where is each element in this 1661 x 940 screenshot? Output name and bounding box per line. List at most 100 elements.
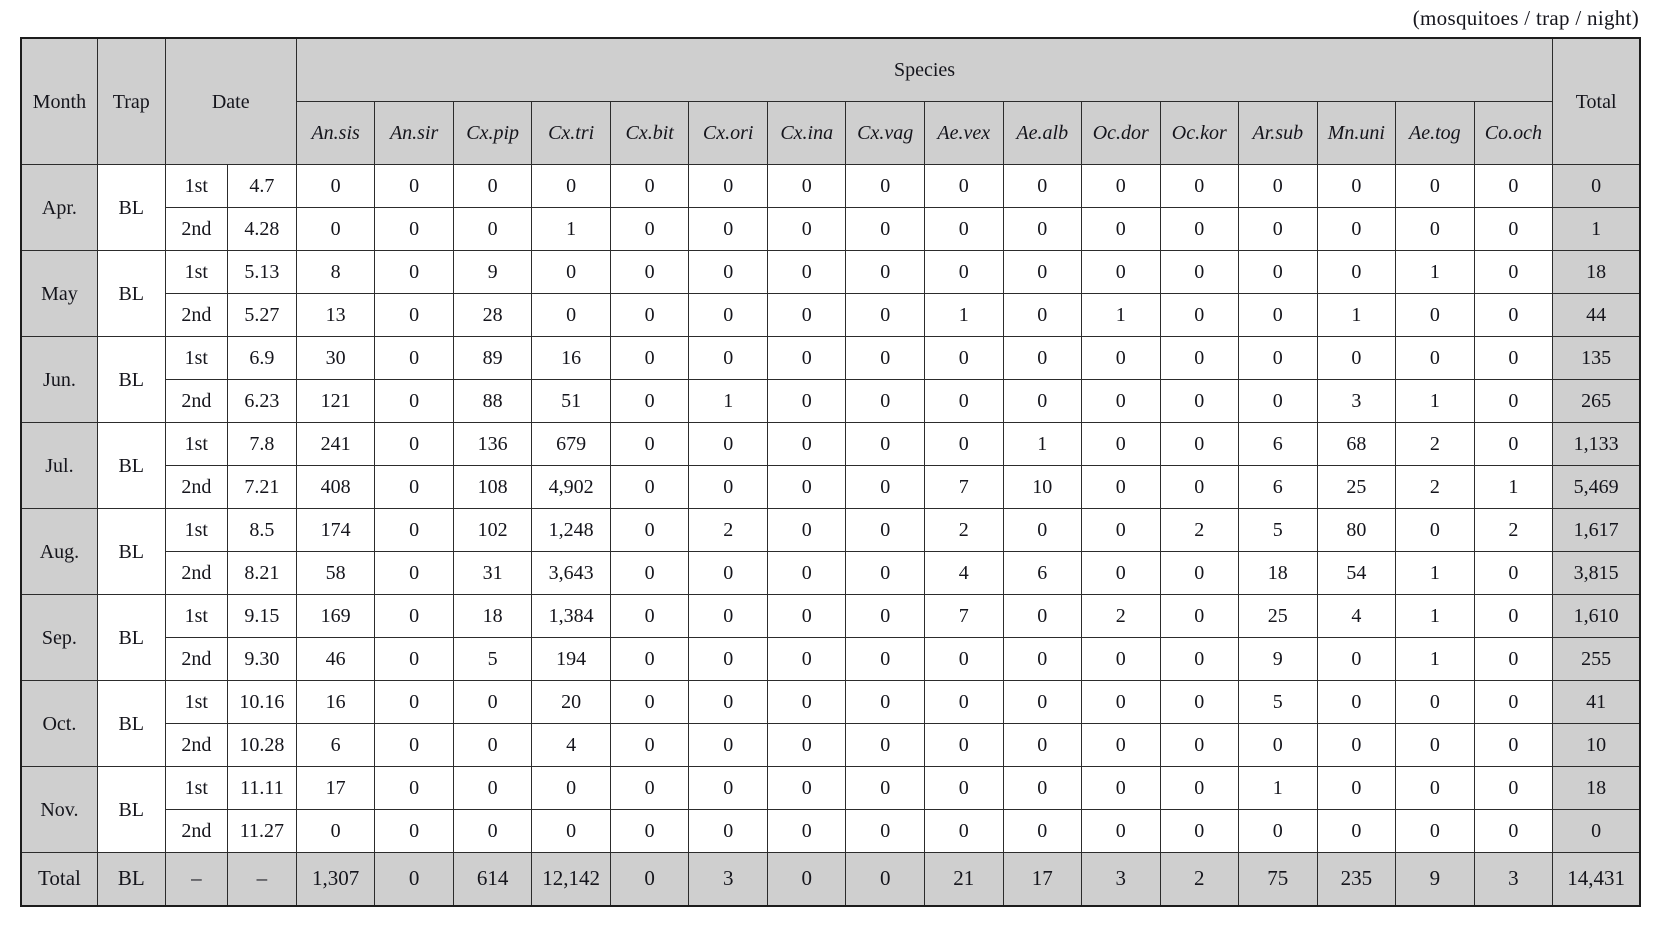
species-count-cell: 0 bbox=[1159, 207, 1240, 251]
species-count-cell: 0 bbox=[688, 766, 768, 810]
table-row: Nov. BL 1st 11.11 17 0 0 0 0 0 0 0 0 0 0 0 1 0 0 0 18 bbox=[20, 766, 1641, 853]
collection-date-cell: 4.28 bbox=[227, 207, 297, 251]
species-count-cell: 0 bbox=[1238, 293, 1318, 337]
species-count-cell: 6 bbox=[295, 723, 376, 767]
grand-total-species-cell: 21 bbox=[923, 852, 1004, 907]
species-count-cell: 108 bbox=[452, 465, 533, 509]
species-count-cell: 6 bbox=[1238, 422, 1318, 466]
species-count-cell: 2 bbox=[1473, 508, 1554, 552]
species-count-cell: 0 bbox=[1316, 637, 1397, 681]
month-cell: Jun. bbox=[20, 336, 98, 423]
header-species-0: An.sis bbox=[295, 101, 376, 165]
species-count-cell: 7 bbox=[923, 594, 1004, 638]
species-count-cell: 5 bbox=[1238, 680, 1318, 724]
collection-seq-cell: 2nd bbox=[164, 379, 229, 423]
species-count-cell: 194 bbox=[531, 637, 611, 681]
species-count-cell: 0 bbox=[845, 422, 925, 466]
species-count-cell: 0 bbox=[1473, 594, 1554, 638]
species-count-cell: 1 bbox=[688, 379, 768, 423]
species-count-cell: 0 bbox=[1081, 766, 1161, 810]
species-count-cell: 1 bbox=[1395, 637, 1475, 681]
species-count-cell: 20 bbox=[531, 680, 611, 724]
species-count-cell: 0 bbox=[1473, 207, 1554, 251]
species-count-cell: 0 bbox=[1316, 250, 1397, 294]
species-count-cell: 0 bbox=[923, 250, 1004, 294]
species-count-cell: 0 bbox=[295, 809, 376, 853]
collection-seq-cell: 1st bbox=[164, 164, 229, 208]
species-count-cell: 5 bbox=[1238, 508, 1318, 552]
header-total: Total bbox=[1552, 37, 1641, 165]
grand-total-species-cell: 3 bbox=[688, 852, 768, 907]
species-count-cell: 0 bbox=[609, 379, 690, 423]
grand-total-trap: BL bbox=[96, 852, 166, 907]
species-count-cell: 0 bbox=[1159, 680, 1240, 724]
month-cell: Sep. bbox=[20, 594, 98, 681]
species-label: Mn.uni bbox=[1327, 122, 1385, 144]
species-count-cell: 0 bbox=[923, 809, 1004, 853]
header-trap: Trap bbox=[96, 37, 166, 165]
species-count-cell: 13 bbox=[295, 293, 376, 337]
species-count-cell: 0 bbox=[1159, 594, 1240, 638]
species-count-cell: 0 bbox=[1159, 551, 1240, 595]
row-total-cell: 41 bbox=[1552, 680, 1641, 724]
species-count-cell: 0 bbox=[531, 809, 611, 853]
trap-cell: BL bbox=[96, 164, 166, 251]
species-count-cell: 6 bbox=[1002, 551, 1083, 595]
species-count-cell: 0 bbox=[1395, 508, 1475, 552]
species-count-cell: 0 bbox=[766, 293, 847, 337]
species-count-cell: 0 bbox=[609, 637, 690, 681]
header-date: Date bbox=[164, 37, 297, 165]
species-count-cell: 0 bbox=[1316, 809, 1397, 853]
species-count-cell: 0 bbox=[1238, 336, 1318, 380]
species-count-cell: 17 bbox=[295, 766, 376, 810]
species-count-cell: 1 bbox=[1395, 250, 1475, 294]
species-label: Ar.sub bbox=[1252, 122, 1304, 144]
species-count-cell: 169 bbox=[295, 594, 376, 638]
species-count-cell: 2 bbox=[1159, 508, 1240, 552]
species-count-cell: 0 bbox=[1159, 336, 1240, 380]
collection-seq-cell: 2nd bbox=[164, 465, 229, 509]
species-count-cell: 0 bbox=[1473, 551, 1554, 595]
species-count-cell: 121 bbox=[295, 379, 376, 423]
collection-seq-cell: 2nd bbox=[164, 551, 229, 595]
species-count-cell: 0 bbox=[609, 551, 690, 595]
species-count-cell: 0 bbox=[766, 379, 847, 423]
header-month: Month bbox=[20, 37, 98, 165]
species-count-cell: 46 bbox=[295, 637, 376, 681]
header-species-5: Cx.ori bbox=[688, 101, 768, 165]
collection-seq-cell: 1st bbox=[164, 594, 229, 638]
collection-seq-cell: 1st bbox=[164, 680, 229, 724]
trap-cell: BL bbox=[96, 508, 166, 595]
species-count-cell: 0 bbox=[923, 207, 1004, 251]
species-count-cell: 0 bbox=[295, 207, 376, 251]
species-count-cell: 0 bbox=[688, 164, 768, 208]
species-label: Ae.tog bbox=[1409, 122, 1461, 144]
row-total-cell: 1,133 bbox=[1552, 422, 1641, 466]
species-count-cell: 0 bbox=[374, 680, 454, 724]
species-count-cell: 0 bbox=[295, 164, 376, 208]
species-count-cell: 0 bbox=[1159, 465, 1240, 509]
trap-cell: BL bbox=[96, 336, 166, 423]
month-cell: Oct. bbox=[20, 680, 98, 767]
species-count-cell: 0 bbox=[766, 551, 847, 595]
table-row: Jul. BL 1st 7.8 241 0 136 679 0 0 0 0 0 1 0 0 6 68 2 0 1,133 bbox=[20, 422, 1641, 509]
collection-seq-cell: 1st bbox=[164, 250, 229, 294]
species-count-cell: 0 bbox=[374, 766, 454, 810]
species-count-cell: 9 bbox=[452, 250, 533, 294]
species-count-cell: 0 bbox=[1316, 766, 1397, 810]
header-species-2: Cx.pip bbox=[452, 101, 533, 165]
species-count-cell: 0 bbox=[374, 809, 454, 853]
grand-total-species-cell: 12,142 bbox=[531, 852, 611, 907]
species-count-cell: 0 bbox=[609, 207, 690, 251]
collection-date-cell: 5.27 bbox=[227, 293, 297, 337]
species-count-cell: 0 bbox=[1081, 465, 1161, 509]
species-count-cell: 0 bbox=[374, 164, 454, 208]
row-total-cell: 0 bbox=[1552, 164, 1641, 208]
species-count-cell: 0 bbox=[766, 809, 847, 853]
species-count-cell: 0 bbox=[845, 766, 925, 810]
species-count-cell: 16 bbox=[295, 680, 376, 724]
species-count-cell: 0 bbox=[923, 680, 1004, 724]
species-label: Ae.vex bbox=[937, 122, 991, 144]
month-cell: May bbox=[20, 250, 98, 337]
species-count-cell: 0 bbox=[1159, 766, 1240, 810]
